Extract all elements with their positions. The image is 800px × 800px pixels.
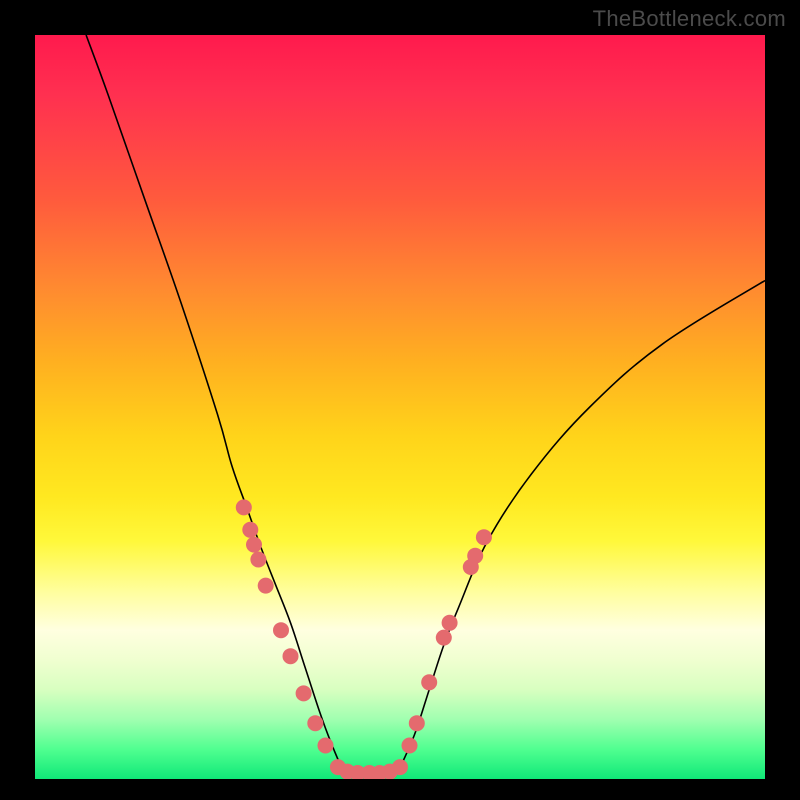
data-point: [236, 499, 252, 515]
data-point: [246, 537, 262, 553]
bottleneck-curve: [86, 35, 765, 774]
data-point: [436, 630, 452, 646]
data-point: [242, 522, 258, 538]
data-point: [250, 552, 266, 568]
data-point: [318, 738, 334, 754]
data-point: [476, 529, 492, 545]
data-point: [283, 648, 299, 664]
data-point: [307, 715, 323, 731]
data-point: [442, 615, 458, 631]
chart-frame: TheBottleneck.com: [0, 0, 800, 800]
data-markers: [236, 499, 492, 779]
watermark-text: TheBottleneck.com: [593, 6, 786, 32]
curve-svg: [35, 35, 765, 779]
data-point: [273, 622, 289, 638]
plot-area: [35, 35, 765, 779]
data-point: [409, 715, 425, 731]
data-point: [467, 548, 483, 564]
data-point: [402, 738, 418, 754]
data-point: [392, 759, 408, 775]
data-point: [421, 674, 437, 690]
data-point: [296, 685, 312, 701]
data-point: [258, 578, 274, 594]
